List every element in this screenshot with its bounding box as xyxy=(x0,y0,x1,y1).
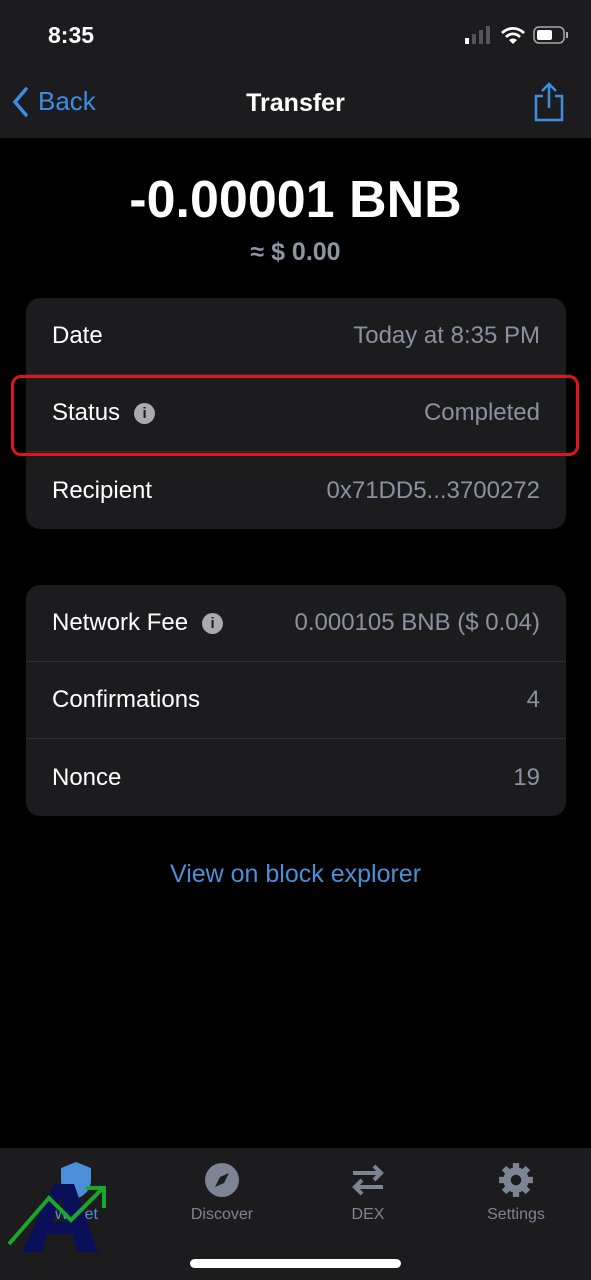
watermark-logo xyxy=(7,1184,106,1252)
tab-label: DEX xyxy=(351,1206,385,1223)
date-row: Date Today at 8:35 PM xyxy=(26,298,566,375)
wifi-icon xyxy=(501,27,525,44)
network-fee-value: 0.000105 BNB ($ 0.04) xyxy=(294,609,541,636)
confirmations-label: Confirmations xyxy=(52,686,201,713)
info-icon[interactable]: i xyxy=(202,612,224,634)
recipient-value[interactable]: 0x71DD5...3700272 xyxy=(327,477,541,505)
signal-icon xyxy=(465,26,490,44)
view-on-block-explorer-link[interactable]: View on block explorer xyxy=(0,860,591,889)
recipient-row[interactable]: Recipient 0x71DD5...3700272 xyxy=(26,452,566,529)
tab-label: Discover xyxy=(190,1206,254,1223)
confirmations-value: 4 xyxy=(526,686,540,713)
top-bar: 8:35 Back Transfer xyxy=(0,0,591,138)
date-value: Today at 8:35 PM xyxy=(353,322,540,349)
swap-arrows-icon xyxy=(352,1164,384,1196)
network-fee-label: Network Fee xyxy=(52,609,189,636)
gear-icon xyxy=(499,1163,533,1197)
tab-dex[interactable]: DEX xyxy=(308,1160,428,1224)
fees-card: Network Fee i 0.000105 BNB ($ 0.04) Confir… xyxy=(26,585,566,816)
confirmations-row: Confirmations 4 xyxy=(26,662,566,739)
fiat-amount: ≈ $ 0.00 xyxy=(250,238,341,266)
status-time: 8:35 xyxy=(48,22,95,48)
nonce-row: Nonce 19 xyxy=(26,739,566,816)
nonce-value: 19 xyxy=(513,763,540,791)
tab-settings[interactable]: Settings xyxy=(456,1160,576,1224)
compass-icon xyxy=(205,1163,239,1197)
battery-icon xyxy=(533,26,568,44)
nonce-label: Nonce xyxy=(52,763,122,791)
recipient-label: Recipient xyxy=(52,476,153,504)
page-title: Transfer xyxy=(246,89,345,117)
share-icon[interactable] xyxy=(533,82,565,122)
network-fee-row: Network Fee i 0.000105 BNB ($ 0.04) xyxy=(26,585,566,662)
tab-discover[interactable]: Discover xyxy=(162,1160,282,1224)
home-indicator[interactable] xyxy=(190,1259,401,1268)
tab-label: Settings xyxy=(487,1206,545,1223)
date-label: Date xyxy=(52,322,103,349)
status-highlight-box xyxy=(11,375,579,456)
transfer-amount: -0.00001 BNB xyxy=(129,171,462,229)
status-icons xyxy=(465,26,569,44)
